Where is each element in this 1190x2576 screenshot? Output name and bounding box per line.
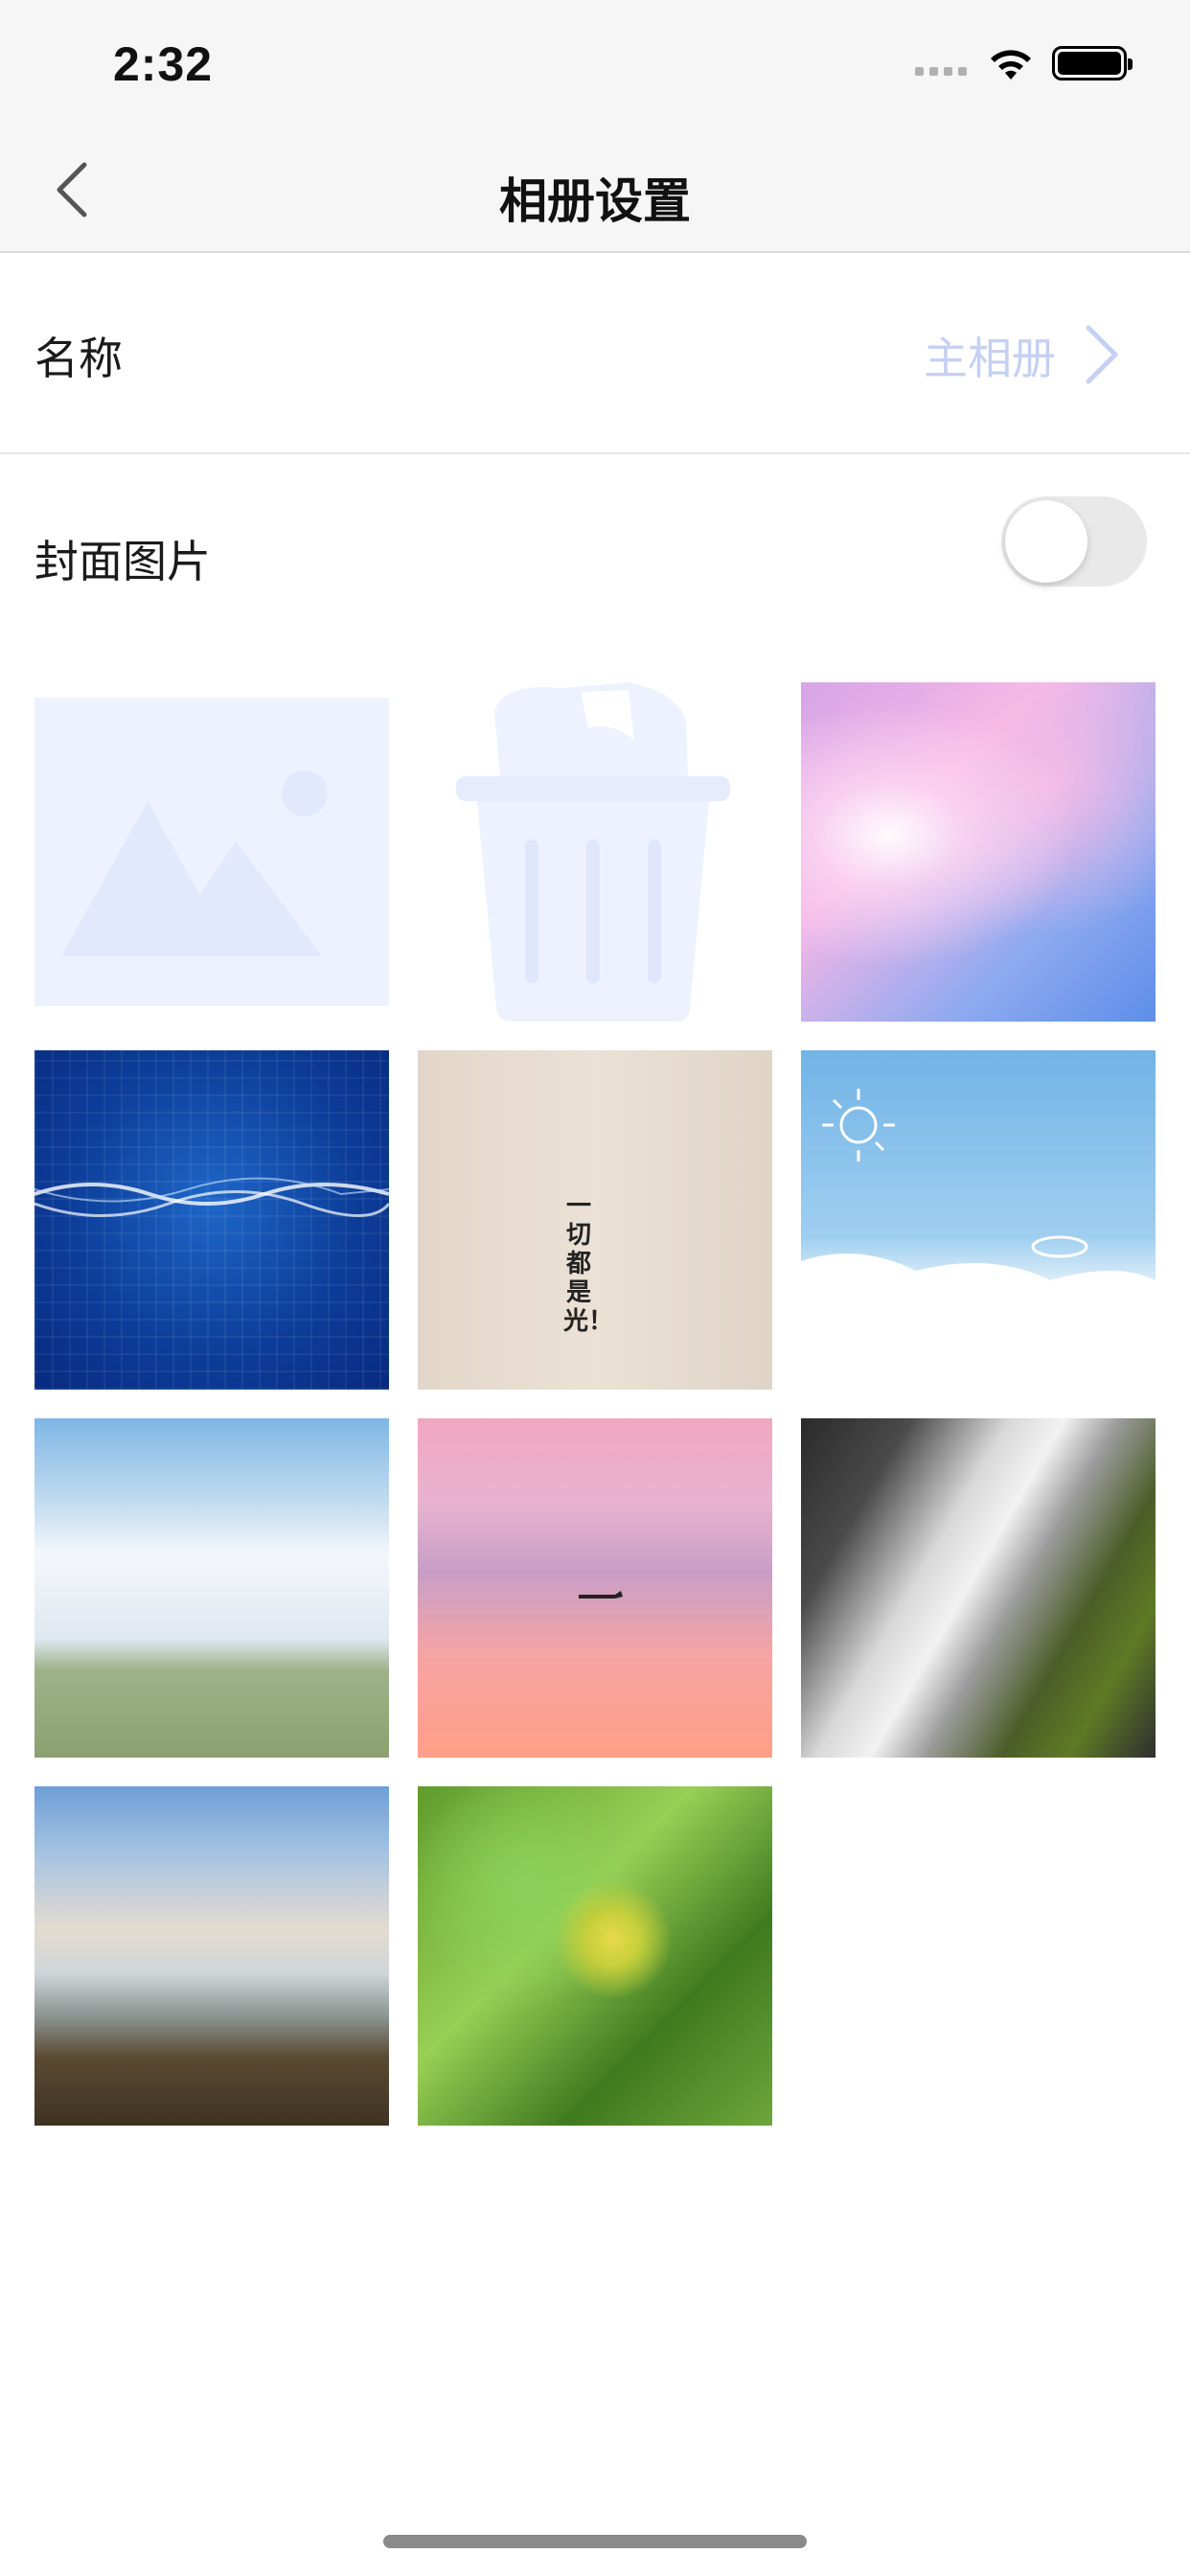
signal-icon bbox=[915, 67, 967, 76]
photo-green-leaves[interactable] bbox=[418, 1786, 772, 2126]
trash-icon bbox=[456, 682, 730, 1022]
photo-blue-wave[interactable] bbox=[34, 1050, 389, 1390]
status-time: 2:32 bbox=[113, 37, 214, 91]
image-placeholder-tile[interactable] bbox=[34, 698, 389, 1006]
photo-caption: 一切都是光！ bbox=[563, 1192, 614, 1336]
album-name-label: 名称 bbox=[34, 333, 123, 384]
toggle-knob bbox=[1005, 500, 1087, 583]
photo-sunset-airplane[interactable] bbox=[418, 1418, 772, 1758]
status-bar: 2:32 bbox=[0, 0, 1190, 126]
album-name-value: 主相册 bbox=[924, 333, 1056, 384]
photo-waterfall-rocks[interactable] bbox=[801, 1418, 1156, 1758]
wave-lines bbox=[34, 1177, 389, 1217]
photo-waterfall-coast[interactable] bbox=[34, 1786, 389, 2126]
photo-cartoon-sky[interactable] bbox=[801, 1050, 1156, 1390]
airplane-icon bbox=[579, 1591, 623, 1598]
cover-image-label: 封面图片 bbox=[34, 536, 211, 587]
photo-grass-field[interactable] bbox=[34, 1418, 389, 1758]
delete-tile[interactable] bbox=[418, 682, 772, 1022]
battery-icon bbox=[1052, 46, 1133, 80]
chevron-right-icon bbox=[1086, 325, 1118, 384]
photo-light-text[interactable]: 一切都是光！ bbox=[418, 1050, 772, 1390]
page-title: 相册设置 bbox=[499, 173, 691, 229]
album-name-row[interactable]: 名称 主相册 bbox=[0, 255, 1190, 454]
cover-image-toggle[interactable] bbox=[1001, 496, 1147, 586]
image-placeholder-icon bbox=[61, 770, 328, 956]
home-indicator[interactable] bbox=[383, 2535, 807, 2548]
photo-pink-clouds[interactable] bbox=[801, 682, 1156, 1022]
sky-doodles bbox=[801, 1089, 1156, 1390]
wifi-icon bbox=[991, 50, 1031, 80]
navigation-bar: 相册设置 bbox=[0, 126, 1190, 253]
